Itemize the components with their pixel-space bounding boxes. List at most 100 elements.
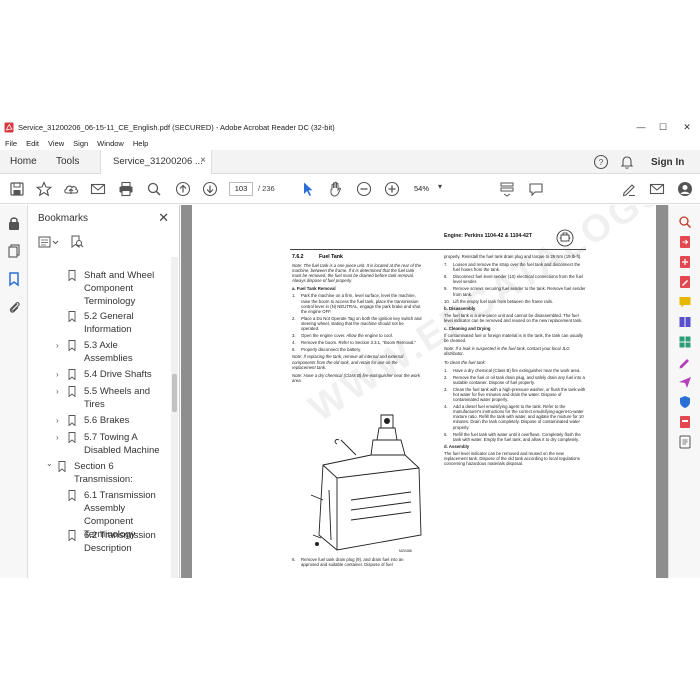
tab-tools[interactable]: Tools <box>56 156 79 167</box>
tab-document[interactable]: Service_31200206 ... × <box>100 150 212 174</box>
export-pdf-icon[interactable] <box>678 235 692 249</box>
bookmark-item[interactable]: Shaft and Wheel Component Terminology <box>28 269 168 308</box>
send-for-signature-icon[interactable] <box>678 375 692 389</box>
step-item: 4. Add a diesel fuel emulsifying agent to… <box>444 404 584 430</box>
bookmark-item[interactable]: 6.1 Transmission Assembly Component Term… <box>28 489 168 540</box>
find-bookmark-icon[interactable] <box>70 235 84 249</box>
menu-sign[interactable]: Sign <box>73 139 88 148</box>
zoom-level[interactable]: 54% <box>414 184 429 193</box>
organize-pages-icon[interactable] <box>678 335 692 349</box>
bookmark-flag-icon <box>68 530 76 541</box>
hand-tool-icon[interactable] <box>327 180 345 198</box>
protect-icon[interactable] <box>678 395 692 409</box>
select-pointer-icon[interactable] <box>299 180 317 198</box>
edit-pdf-icon[interactable] <box>678 275 692 289</box>
fuel-tank-illustration: MZ0486 <box>310 414 422 553</box>
tab-home[interactable]: Home <box>10 156 37 167</box>
sign-in-button[interactable]: Sign In <box>651 157 684 168</box>
bookmark-item[interactable]: › 5.6 Brakes <box>28 414 168 427</box>
more-tools-icon[interactable] <box>678 435 692 449</box>
notifications-bell-icon[interactable] <box>618 153 636 171</box>
combine-files-icon[interactable] <box>678 315 692 329</box>
comment-icon[interactable] <box>527 180 545 198</box>
step-item: 5. Refill the fuel tank with water until … <box>444 431 581 442</box>
left-nav-rail <box>0 205 28 578</box>
help-icon[interactable]: ? <box>592 153 610 171</box>
account-icon[interactable] <box>676 180 694 198</box>
bookmark-item[interactable]: › 5.7 Towing A Disabled Machine <box>28 431 168 457</box>
tab-close-button[interactable]: × <box>200 155 206 166</box>
right-column: properly. Reinstall the fuel tank drain … <box>444 254 586 469</box>
bookmarks-toolbar <box>36 235 176 251</box>
zoom-out-icon[interactable] <box>355 180 373 198</box>
page-header: Engine: Perkins 1104-42 & 1104-42T <box>444 233 532 239</box>
previous-page-icon[interactable] <box>174 180 192 198</box>
page-number-input[interactable]: 103 <box>229 182 253 196</box>
bookmark-label: 5.4 Drive Shafts <box>84 369 152 380</box>
search-tool-icon[interactable] <box>678 215 692 229</box>
cleaning-steps: 1. Have a dry chemical (Class B) fire ext… <box>444 368 586 442</box>
email-icon[interactable] <box>89 180 107 198</box>
chevron-right-icon[interactable]: › <box>56 368 59 381</box>
create-pdf-icon[interactable] <box>678 255 692 269</box>
fill-sign-icon[interactable] <box>678 355 692 369</box>
bookmark-label: 5.5 Wheels and Tires <box>84 386 151 410</box>
step-item: 4. Remove the boom. Refer to Section 3.3.… <box>292 340 417 346</box>
bookmarks-panel: Bookmarks ✕ Shaft and Wheel Component Te… <box>28 205 180 578</box>
comment-tool-icon[interactable] <box>678 295 692 309</box>
paragraph: The fuel tank is a one-piece unit and ca… <box>444 312 583 323</box>
bookmark-label: Shaft and Wheel Component Terminology <box>84 270 155 307</box>
bookmark-item[interactable]: 6.2 Transmission Description <box>28 529 168 555</box>
header-rule <box>290 249 586 250</box>
bookmarks-scrollbar[interactable] <box>171 257 178 578</box>
find-magnifier-icon[interactable] <box>145 180 163 198</box>
document-view[interactable]: WWW.EPCATALOGS.COM Engine: Perkins 1104-… <box>181 205 668 578</box>
note-paragraph: Note: The fuel tank is a one piece unit.… <box>292 263 421 284</box>
redact-icon[interactable] <box>678 415 692 429</box>
continued-paragraph: properly. Reinstall the fuel tank drain … <box>444 254 582 259</box>
bookmarks-scroll-thumb[interactable] <box>172 374 177 412</box>
bookmark-flag-icon <box>68 432 76 443</box>
bookmark-item[interactable]: › 5.4 Drive Shafts <box>28 368 168 381</box>
menu-help[interactable]: Help <box>133 139 148 148</box>
close-window-button[interactable]: ✕ <box>676 118 698 136</box>
menu-window[interactable]: Window <box>97 139 124 148</box>
bookmark-item[interactable]: › 5.5 Wheels and Tires <box>28 385 168 411</box>
chevron-right-icon[interactable]: › <box>56 339 59 352</box>
maximize-button[interactable]: ☐ <box>652 118 674 136</box>
menu-file[interactable]: File <box>5 139 17 148</box>
menu-edit[interactable]: Edit <box>26 139 39 148</box>
bookmark-label: 6.2 Transmission Description <box>84 530 156 554</box>
zoom-in-icon[interactable] <box>383 180 401 198</box>
attachments-paperclip-icon[interactable] <box>6 299 22 315</box>
page-display-icon[interactable] <box>498 180 516 198</box>
bookmark-star-icon[interactable] <box>35 180 53 198</box>
print-icon[interactable] <box>117 180 135 198</box>
next-page-icon[interactable] <box>201 180 219 198</box>
zoom-dropdown-icon[interactable]: ▾ <box>438 182 442 191</box>
bookmark-item[interactable]: 5.2 General Information <box>28 310 168 336</box>
bookmark-item[interactable]: ⌄ Section 6 Transmission: <box>28 457 168 486</box>
save-icon[interactable] <box>8 180 26 198</box>
cloud-upload-icon[interactable] <box>62 180 80 198</box>
menu-view[interactable]: View <box>48 139 64 148</box>
bookmark-options-icon[interactable] <box>38 235 60 249</box>
lock-icon[interactable] <box>6 215 22 231</box>
bookmarks-icon[interactable] <box>6 271 22 287</box>
sign-pen-icon[interactable] <box>620 180 638 198</box>
share-email-icon[interactable] <box>648 180 666 198</box>
chevron-down-icon[interactable]: ⌄ <box>46 457 53 470</box>
step-item: 5. Properly disconnect the battery. <box>292 347 362 353</box>
right-tools-rail <box>668 205 700 578</box>
bookmark-flag-icon <box>68 340 76 351</box>
chevron-right-icon[interactable]: › <box>56 431 59 444</box>
bookmarks-close-button[interactable]: ✕ <box>158 210 169 226</box>
chevron-right-icon[interactable]: › <box>56 385 59 398</box>
left-column: Note: The fuel tank is a one piece unit.… <box>292 263 422 386</box>
page-thumbnails-icon[interactable] <box>6 243 22 259</box>
removal-steps-continued: 6. Remove fuel tank drain plug (9), and d… <box>292 557 422 567</box>
chevron-right-icon[interactable]: › <box>56 414 59 427</box>
bookmark-item[interactable]: › 5.3 Axle Assemblies <box>28 339 168 365</box>
minimize-button[interactable]: — <box>630 118 652 136</box>
note-paragraph: Note: If replacing the tank, remove all … <box>292 354 404 370</box>
